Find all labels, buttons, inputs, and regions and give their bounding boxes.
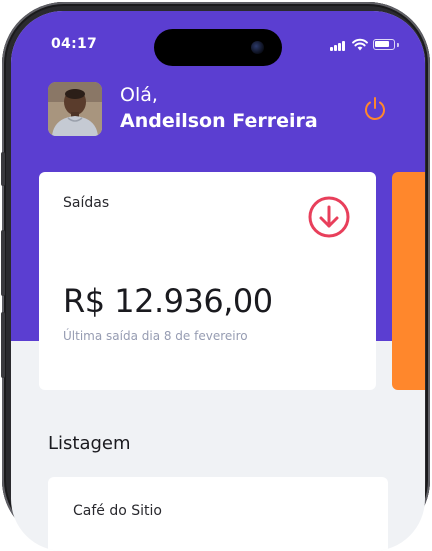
camera-icon (251, 41, 264, 54)
battery-nub (397, 43, 399, 47)
side-button-mute (1, 152, 5, 186)
card-amount: R$ 12.936,00 (63, 282, 273, 320)
user-name: Andeilson Ferreira (120, 110, 318, 132)
listing-title: Listagem (48, 433, 131, 454)
next-summary-card[interactable] (392, 172, 425, 390)
dynamic-island (154, 29, 282, 66)
user-header: Olá, Andeilson Ferreira (48, 82, 408, 138)
greeting-text: Olá, (120, 84, 158, 106)
power-icon[interactable] (361, 95, 389, 123)
status-time: 04:17 (51, 36, 98, 52)
arrow-down-circle-icon (308, 196, 350, 238)
side-button-volume-up (1, 230, 5, 296)
phone-frame: 04:17 Olá, Andeilson Ferreira Saídas R$ … (1, 2, 430, 551)
expenses-summary-card[interactable]: Saídas R$ 12.936,00 Última saída dia 8 d… (39, 172, 376, 390)
status-bar: 04:17 (11, 11, 425, 71)
side-button-volume-down (1, 312, 5, 378)
app-screen: 04:17 Olá, Andeilson Ferreira Saídas R$ … (11, 11, 425, 551)
card-title: Saídas (63, 195, 110, 211)
user-photo-icon (48, 82, 102, 136)
battery-icon (373, 39, 395, 50)
transaction-title: Café do Sitio (73, 503, 162, 519)
transaction-list-item[interactable]: Café do Sitio (48, 477, 388, 551)
card-last-transaction: Última saída dia 8 de fevereiro (63, 329, 248, 343)
wifi-icon (352, 38, 368, 51)
avatar[interactable] (48, 82, 102, 136)
signal-icon (330, 40, 348, 51)
